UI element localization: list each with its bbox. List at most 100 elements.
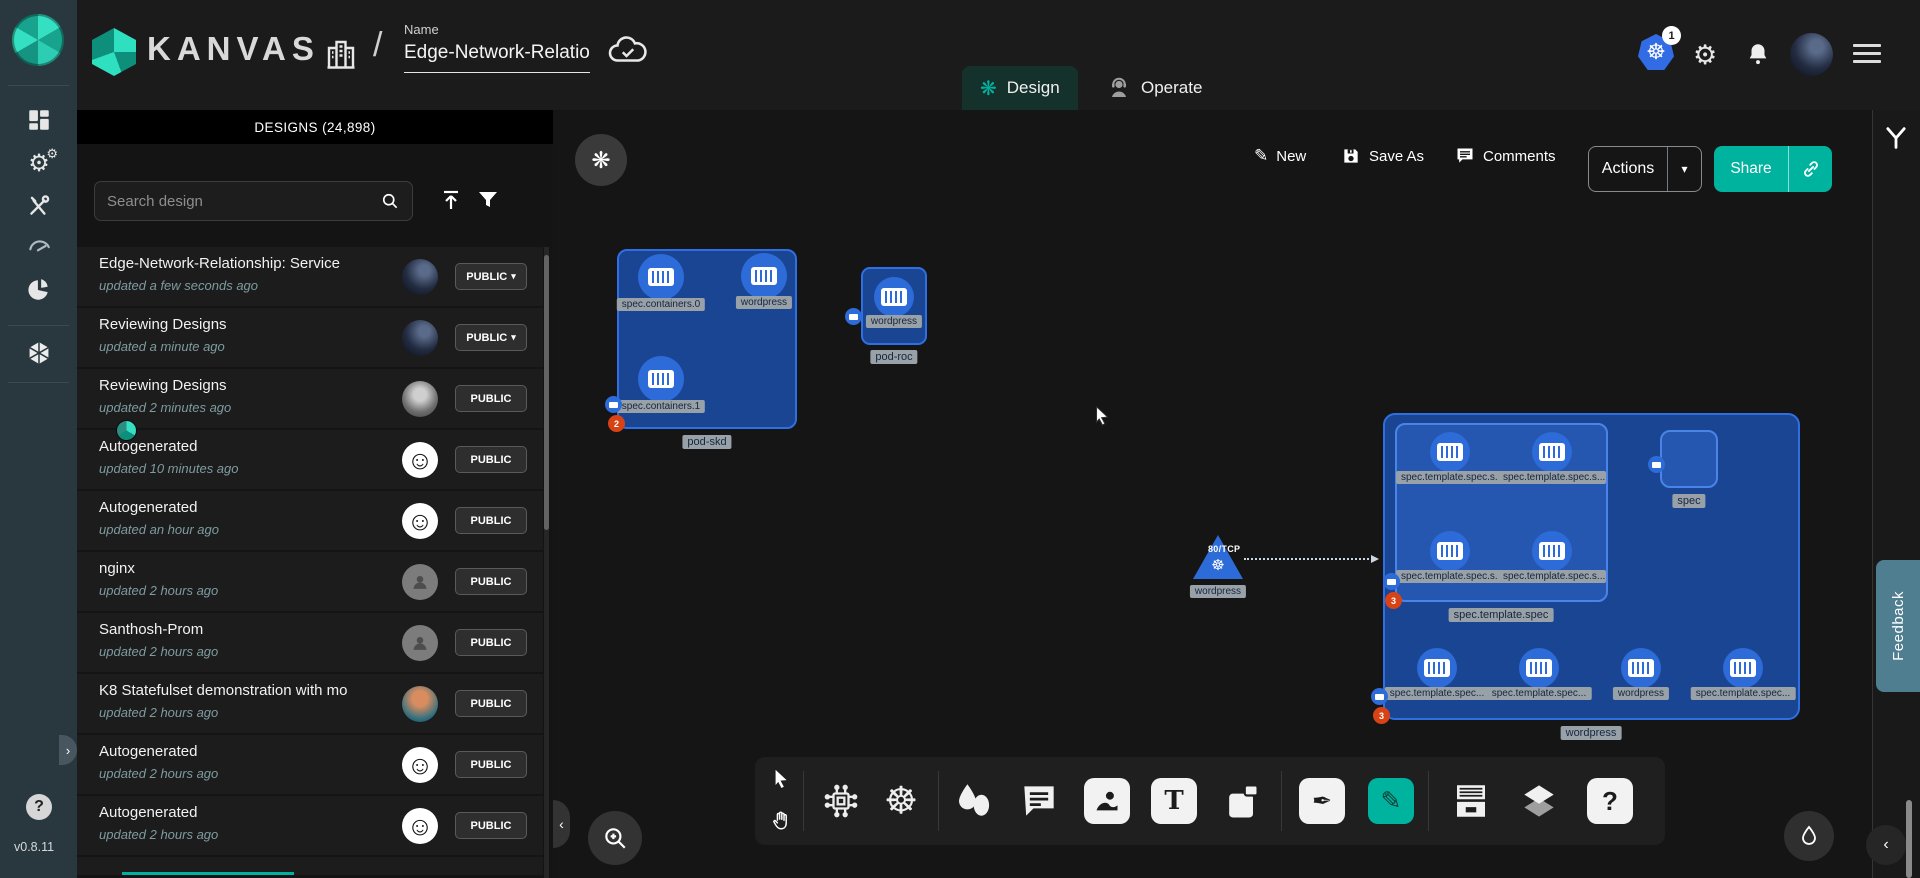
- menu-hamburger-icon[interactable]: [1853, 44, 1881, 63]
- comment-tool[interactable]: [1017, 779, 1061, 823]
- feedback-tab[interactable]: Feedback: [1876, 560, 1920, 692]
- meshery-spinner-button[interactable]: ❋: [575, 134, 627, 186]
- canvas-collapse-chevron[interactable]: ‹: [553, 800, 570, 848]
- copy-link-button[interactable]: [1788, 146, 1832, 192]
- visibility-badge[interactable]: PUBLIC▾: [455, 263, 527, 290]
- design-title: Reviewing Designs: [99, 377, 394, 394]
- node-container[interactable]: [1430, 531, 1470, 571]
- group-label: spec: [1672, 494, 1705, 508]
- media-tool[interactable]: [1084, 778, 1130, 824]
- freehand-draw-tool[interactable]: [1368, 778, 1414, 824]
- design-list-item[interactable]: Santhosh-Prom updated 2 hours ago PUBLIC: [77, 613, 543, 672]
- node-spec[interactable]: [1660, 430, 1718, 488]
- help-button[interactable]: ?: [26, 794, 52, 820]
- node-container[interactable]: [1417, 648, 1457, 688]
- actions-button[interactable]: Actions: [1588, 146, 1702, 192]
- components-tool[interactable]: [821, 781, 861, 821]
- node-container[interactable]: [874, 277, 914, 317]
- nav-kanvas[interactable]: [24, 338, 54, 368]
- actions-dropdown-caret[interactable]: [1667, 147, 1701, 191]
- design-list-item[interactable]: Edge-Network-Relationship: Service updat…: [77, 247, 543, 306]
- import-design-icon[interactable]: [439, 186, 463, 214]
- nav-configuration[interactable]: [24, 191, 54, 221]
- design-list-item[interactable]: Autogenerated updated 10 minutes ago PUB…: [77, 430, 543, 489]
- service-edge: [1244, 558, 1376, 560]
- tab-operate[interactable]: Operate: [1089, 66, 1220, 110]
- note-tool[interactable]: [1220, 779, 1264, 823]
- layers-tool[interactable]: [1517, 779, 1561, 823]
- design-name-input[interactable]: Edge-Network-Relatio: [404, 42, 590, 73]
- nav-extensions[interactable]: [24, 275, 54, 305]
- container-icon: [1539, 443, 1565, 461]
- help-tool[interactable]: [1587, 778, 1633, 824]
- pen-tool[interactable]: [1299, 778, 1345, 824]
- visibility-badge[interactable]: PUBLIC: [455, 385, 527, 412]
- new-design-button[interactable]: ✎ New: [1254, 146, 1306, 166]
- organization-icon[interactable]: [323, 34, 359, 74]
- container-icon: [1437, 542, 1463, 560]
- node-container[interactable]: [1519, 648, 1559, 688]
- node-container[interactable]: [741, 253, 787, 299]
- share-button[interactable]: Share: [1714, 146, 1832, 192]
- node-container[interactable]: [1621, 648, 1661, 688]
- text-tool[interactable]: [1151, 778, 1197, 824]
- node-label: wordpress: [866, 315, 922, 328]
- node-container[interactable]: [1532, 432, 1572, 472]
- visibility-badge[interactable]: PUBLIC: [455, 629, 527, 656]
- nav-lifecycle[interactable]: ⚙⚙: [24, 148, 54, 178]
- node-label: spec.template.spec.s...: [1396, 570, 1504, 583]
- visibility-badge[interactable]: PUBLIC: [455, 690, 527, 717]
- visibility-badge[interactable]: PUBLIC▾: [455, 324, 527, 351]
- comments-button[interactable]: Comments: [1455, 146, 1556, 166]
- design-list-item[interactable]: Reviewing Designs updated a minute ago P…: [77, 308, 543, 367]
- user-avatar[interactable]: [1790, 33, 1833, 76]
- design-title: Santhosh-Prom: [99, 621, 394, 638]
- meshery-logo[interactable]: [12, 14, 64, 66]
- select-tool[interactable]: [771, 768, 793, 790]
- dock-scrollbar-thumb[interactable]: [1906, 800, 1912, 878]
- nav-dashboard[interactable]: [24, 105, 54, 135]
- shapes-tool[interactable]: [952, 780, 994, 822]
- drawer-tool[interactable]: [1450, 780, 1492, 822]
- design-list-item[interactable]: Reviewing Designs updated 2 minutes ago …: [77, 369, 543, 428]
- visibility-badge[interactable]: PUBLIC: [455, 751, 527, 778]
- merge-flow-icon[interactable]: [1882, 124, 1910, 152]
- filter-icon[interactable]: [476, 188, 500, 212]
- settings-gear-icon[interactable]: ⚙: [1693, 40, 1717, 71]
- nav-performance[interactable]: [24, 231, 54, 261]
- kubernetes-tool[interactable]: ☸: [884, 779, 918, 824]
- node-container[interactable]: [1532, 531, 1572, 571]
- design-list-item[interactable]: Autogenerated updated an hour ago PUBLIC: [77, 491, 543, 550]
- node-container[interactable]: [638, 356, 684, 402]
- operator-headset-icon: [1107, 76, 1131, 100]
- save-as-button[interactable]: Save As: [1341, 146, 1424, 166]
- node-container[interactable]: [1723, 648, 1763, 688]
- pan-tool[interactable]: [771, 810, 793, 832]
- visibility-badge[interactable]: PUBLIC: [455, 446, 527, 473]
- design-search[interactable]: [94, 181, 413, 221]
- node-container[interactable]: [638, 254, 684, 300]
- zoom-in-button[interactable]: [588, 811, 642, 865]
- design-list-item[interactable]: nginx updated 2 hours ago PUBLIC: [77, 552, 543, 611]
- node-container[interactable]: [1430, 432, 1470, 472]
- design-list-item[interactable]: Autogenerated updated 2 hours ago PUBLIC: [77, 796, 543, 855]
- visibility-badge[interactable]: PUBLIC: [455, 812, 527, 839]
- tab-design-label: Design: [1007, 78, 1060, 98]
- design-list-item[interactable]: K8 Statefulset demonstration with mo upd…: [77, 674, 543, 733]
- kanvas-hexagon-logo[interactable]: [92, 28, 136, 76]
- corner-collapse-chevron[interactable]: ‹: [1866, 825, 1906, 865]
- visibility-badge[interactable]: PUBLIC: [455, 507, 527, 534]
- node-service[interactable]: ☸: [1193, 535, 1243, 579]
- collaborator-presence-avatar: [116, 420, 137, 441]
- search-input[interactable]: [107, 193, 380, 210]
- visibility-badge[interactable]: PUBLIC: [455, 568, 527, 595]
- list-scrollbar-thumb[interactable]: [544, 255, 549, 530]
- tab-design[interactable]: ❋ Design: [962, 66, 1078, 110]
- design-canvas[interactable]: ❋ ✎ New Save As Comments Actions Share s…: [553, 110, 1872, 878]
- kubernetes-icon: ☸: [884, 779, 918, 824]
- media-icon: [1093, 787, 1121, 815]
- design-list-item[interactable]: Autogenerated updated 2 hours ago PUBLIC: [77, 735, 543, 794]
- owner-avatar: [402, 686, 438, 722]
- canvas-style-button[interactable]: [1784, 811, 1834, 861]
- notifications-bell-icon[interactable]: [1745, 40, 1771, 68]
